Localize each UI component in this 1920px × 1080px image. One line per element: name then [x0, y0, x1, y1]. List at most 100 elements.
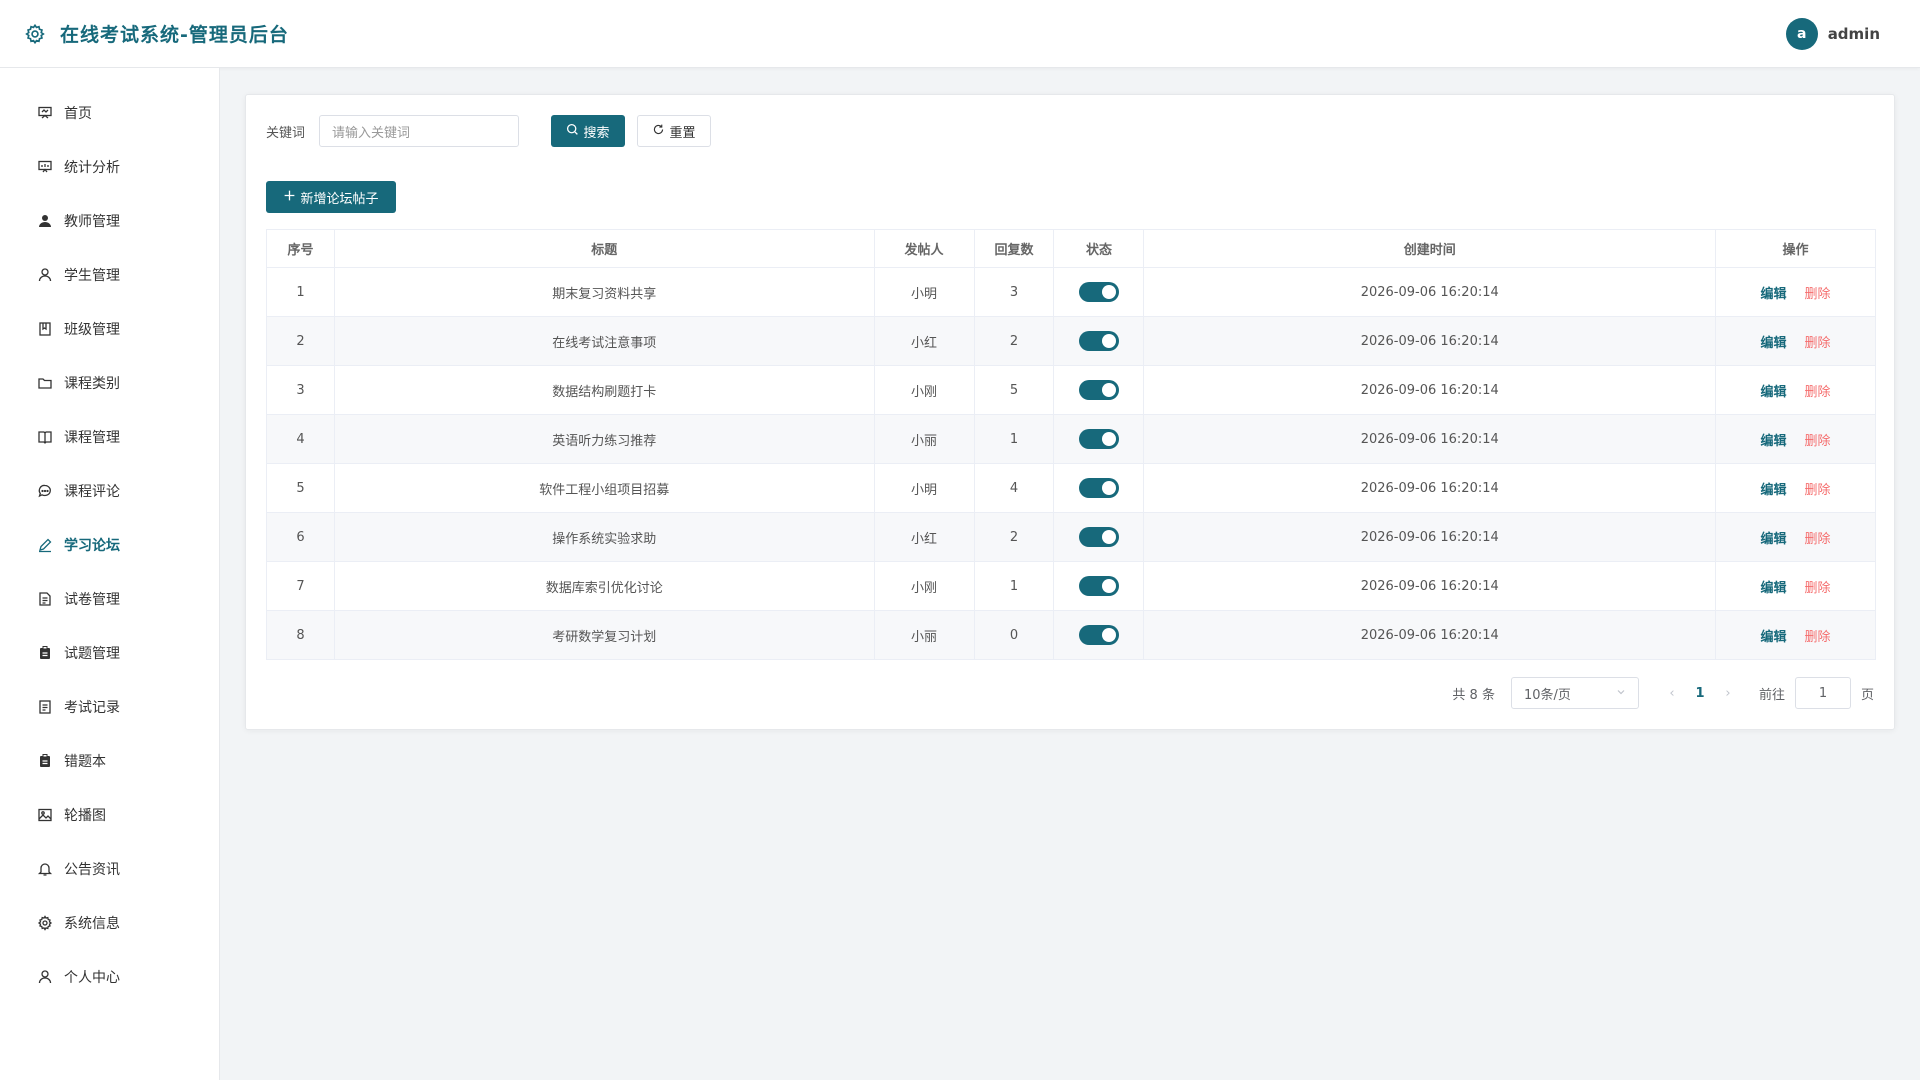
sidebar-item[interactable]: 首页 — [0, 86, 219, 140]
sidebar-item[interactable]: 教师管理 — [0, 194, 219, 248]
add-post-button[interactable]: 新增论坛帖子 — [266, 181, 396, 213]
search-button[interactable]: 搜索 — [551, 115, 625, 147]
status-toggle[interactable] — [1078, 527, 1119, 547]
sidebar-item[interactable]: 课程评论 — [0, 464, 219, 518]
status-toggle[interactable] — [1078, 331, 1119, 351]
cell-actions: 编辑 删除 — [1715, 414, 1876, 464]
col-created: 创建时间 — [1143, 229, 1717, 268]
cell-created: 2026-09-06 16:20:14 — [1143, 512, 1717, 562]
cell-replies: 3 — [973, 267, 1055, 317]
notebook-icon — [36, 320, 54, 338]
sidebar-item-label: 学习论坛 — [64, 538, 120, 554]
status-toggle[interactable] — [1078, 380, 1119, 400]
col-actions: 操作 — [1715, 229, 1876, 268]
cell-author: 小红 — [873, 316, 975, 366]
cell-no: 2 — [266, 316, 335, 366]
sidebar-item[interactable]: 课程类别 — [0, 356, 219, 410]
edit-link[interactable]: 编辑 — [1761, 434, 1787, 449]
edit-pen-icon — [36, 536, 54, 554]
user-menu[interactable]: a admin — [1785, 17, 1880, 50]
delete-link[interactable]: 删除 — [1805, 483, 1831, 498]
edit-link[interactable]: 编辑 — [1761, 336, 1787, 351]
status-toggle[interactable] — [1078, 429, 1119, 449]
forum-table: 序号 标题 发帖人 回复数 状态 创建时间 操作 1 期末复习资料共享 小明 3 202… — [266, 229, 1876, 660]
sidebar-item[interactable]: 学生管理 — [0, 248, 219, 302]
cell-created: 2026-09-06 16:20:14 — [1143, 414, 1717, 464]
sidebar-item[interactable]: 班级管理 — [0, 302, 219, 356]
refresh-icon — [652, 123, 665, 140]
cell-status — [1053, 267, 1145, 317]
sidebar-item-label: 课程管理 — [64, 430, 120, 446]
sidebar-item[interactable]: 学习论坛 — [0, 518, 219, 572]
sidebar-item[interactable]: 个人中心 — [0, 950, 219, 1004]
sidebar-item[interactable]: 系统信息 — [0, 896, 219, 950]
user-icon — [36, 968, 54, 986]
cell-status — [1053, 512, 1145, 562]
sidebar-item[interactable]: 统计分析 — [0, 140, 219, 194]
gear-icon — [24, 23, 46, 45]
cell-author: 小刚 — [873, 561, 975, 611]
presentation-icon — [36, 104, 54, 122]
status-toggle[interactable] — [1078, 625, 1119, 645]
edit-link[interactable]: 编辑 — [1761, 287, 1787, 302]
cell-replies: 4 — [973, 463, 1055, 513]
sidebar-item-label: 试题管理 — [64, 646, 120, 662]
table-row: 4 英语听力练习推荐 小丽 1 2026-09-06 16:20:14 编辑 删除 — [266, 414, 1876, 464]
edit-link[interactable]: 编辑 — [1761, 385, 1787, 400]
delete-link[interactable]: 删除 — [1805, 532, 1831, 547]
status-toggle[interactable] — [1078, 576, 1119, 596]
sidebar-item[interactable]: 试题管理 — [0, 626, 219, 680]
sidebar-item[interactable]: 试卷管理 — [0, 572, 219, 626]
cell-replies: 1 — [973, 414, 1055, 464]
delete-link[interactable]: 删除 — [1805, 385, 1831, 400]
cell-title: 操作系统实验求助 — [333, 512, 875, 562]
username[interactable]: admin — [1828, 25, 1880, 43]
user-filled-icon — [36, 212, 54, 230]
delete-link[interactable]: 删除 — [1805, 630, 1831, 645]
cell-title: 期末复习资料共享 — [333, 267, 875, 317]
sidebar-item-label: 试卷管理 — [64, 592, 120, 608]
status-toggle[interactable] — [1078, 478, 1119, 498]
delete-link[interactable]: 删除 — [1805, 434, 1831, 449]
sidebar-item[interactable]: 轮播图 — [0, 788, 219, 842]
cell-no: 6 — [266, 512, 335, 562]
goto-page-input[interactable]: 1 — [1794, 677, 1851, 709]
sidebar-item[interactable]: 考试记录 — [0, 680, 219, 734]
prev-page-icon[interactable]: ‹ — [1659, 686, 1685, 701]
cell-actions: 编辑 删除 — [1715, 512, 1876, 562]
edit-link[interactable]: 编辑 — [1761, 630, 1787, 645]
search-input[interactable]: 请输入关键词 — [319, 115, 519, 147]
app-title: 在线考试系统-管理员后台 — [60, 24, 289, 46]
status-toggle[interactable] — [1078, 282, 1119, 302]
delete-link[interactable]: 删除 — [1805, 581, 1831, 596]
edit-link[interactable]: 编辑 — [1761, 483, 1787, 498]
cell-title: 英语听力练习推荐 — [333, 414, 875, 464]
edit-link[interactable]: 编辑 — [1761, 532, 1787, 547]
avatar[interactable]: a — [1785, 17, 1818, 50]
cell-actions: 编辑 删除 — [1715, 316, 1876, 366]
cell-author: 小明 — [873, 463, 975, 513]
sidebar-item[interactable]: 错题本 — [0, 734, 219, 788]
sidebar-item-label: 轮播图 — [64, 808, 106, 824]
add-post-label: 新增论坛帖子 — [300, 191, 379, 207]
cell-no: 8 — [266, 610, 335, 660]
delete-link[interactable]: 删除 — [1805, 287, 1831, 302]
table-row: 7 数据库索引优化讨论 小刚 1 2026-09-06 16:20:14 编辑 删除 — [266, 561, 1876, 611]
sidebar-item-label: 课程类别 — [64, 376, 120, 392]
next-page-icon[interactable]: › — [1715, 686, 1741, 701]
cell-created: 2026-09-06 16:20:14 — [1143, 267, 1717, 317]
sidebar-item-label: 课程评论 — [64, 484, 120, 500]
bell-icon — [36, 860, 54, 878]
sidebar-item[interactable]: 公告资讯 — [0, 842, 219, 896]
page-number[interactable]: 1 — [1685, 686, 1715, 701]
delete-link[interactable]: 删除 — [1805, 336, 1831, 351]
edit-link[interactable]: 编辑 — [1761, 581, 1787, 596]
total-count: 共 8 条 — [1452, 687, 1495, 703]
page-size-select[interactable]: 10条/页 — [1510, 677, 1639, 709]
sidebar-item[interactable]: 课程管理 — [0, 410, 219, 464]
reset-button[interactable]: 重置 — [637, 115, 711, 147]
cell-replies: 1 — [973, 561, 1055, 611]
cell-status — [1053, 561, 1145, 611]
table-row: 1 期末复习资料共享 小明 3 2026-09-06 16:20:14 编辑 删除 — [266, 267, 1876, 317]
col-no: 序号 — [266, 229, 335, 268]
